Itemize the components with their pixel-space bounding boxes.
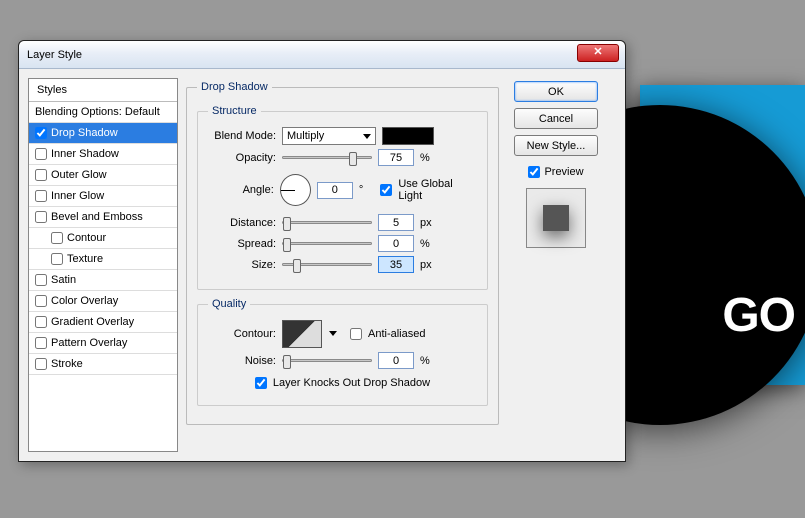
size-unit: px	[420, 259, 436, 271]
spread-slider[interactable]	[282, 242, 372, 245]
angle-hand	[281, 190, 295, 191]
canvas-preview: GO	[640, 85, 805, 385]
distance-unit: px	[420, 217, 436, 229]
structure-legend: Structure	[208, 105, 261, 117]
slider-thumb[interactable]	[283, 355, 291, 369]
angle-label: Angle:	[208, 184, 274, 196]
slider-thumb[interactable]	[283, 217, 291, 231]
quality-legend: Quality	[208, 298, 250, 310]
drop-shadow-group: Drop Shadow Structure Blend Mode: Multip…	[186, 81, 499, 425]
blend-mode-select[interactable]: Multiply	[282, 127, 376, 145]
styles-filler	[29, 375, 177, 451]
style-satin[interactable]: Satin	[29, 270, 177, 291]
style-checkbox[interactable]	[35, 316, 47, 328]
style-checkbox[interactable]	[35, 337, 47, 349]
style-inner-shadow[interactable]: Inner Shadow	[29, 144, 177, 165]
ok-button[interactable]: OK	[514, 81, 598, 102]
antialiased-checkbox[interactable]	[350, 328, 362, 340]
style-inner-glow[interactable]: Inner Glow	[29, 186, 177, 207]
distance-input[interactable]	[378, 214, 414, 231]
preview-checkbox[interactable]	[528, 166, 540, 178]
structure-group: Structure Blend Mode: Multiply Opacity: …	[197, 105, 488, 290]
layer-style-dialog: Layer Style ✕ Styles Blending Options: D…	[18, 40, 626, 462]
close-icon: ✕	[593, 46, 602, 58]
spread-input[interactable]	[378, 235, 414, 252]
global-light-checkbox[interactable]	[380, 184, 392, 196]
styles-header[interactable]: Styles	[29, 79, 177, 102]
style-stroke[interactable]: Stroke	[29, 354, 177, 375]
chevron-down-icon	[363, 134, 371, 139]
size-input[interactable]	[378, 256, 414, 273]
style-gradient-overlay[interactable]: Gradient Overlay	[29, 312, 177, 333]
style-checkbox[interactable]	[35, 358, 47, 370]
styles-list: Styles Blending Options: Default Drop Sh…	[28, 78, 178, 452]
size-label: Size:	[208, 259, 276, 271]
style-checkbox[interactable]	[35, 169, 47, 181]
style-checkbox[interactable]	[51, 232, 63, 244]
blend-mode-label: Blend Mode:	[208, 130, 276, 142]
style-color-overlay[interactable]: Color Overlay	[29, 291, 177, 312]
distance-slider[interactable]	[282, 221, 372, 224]
preview-thumbnail	[526, 188, 586, 248]
style-contour[interactable]: Contour	[29, 228, 177, 249]
noise-unit: %	[420, 355, 436, 367]
style-checkbox[interactable]	[35, 211, 47, 223]
style-bevel-emboss[interactable]: Bevel and Emboss	[29, 207, 177, 228]
dialog-title: Layer Style	[27, 49, 82, 61]
global-light-label: Use Global Light	[398, 178, 477, 202]
slider-thumb[interactable]	[349, 152, 357, 166]
titlebar[interactable]: Layer Style ✕	[19, 41, 625, 69]
spread-label: Spread:	[208, 238, 276, 250]
panel-title: Drop Shadow	[197, 81, 272, 93]
distance-label: Distance:	[208, 217, 276, 229]
close-button[interactable]: ✕	[577, 44, 619, 62]
canvas-go-text: GO	[722, 288, 795, 343]
opacity-label: Opacity:	[208, 152, 276, 164]
opacity-unit: %	[420, 152, 436, 164]
size-slider[interactable]	[282, 263, 372, 266]
style-checkbox[interactable]	[51, 253, 63, 265]
noise-label: Noise:	[208, 355, 276, 367]
chevron-down-icon	[329, 331, 337, 336]
blending-options-row[interactable]: Blending Options: Default	[29, 102, 177, 123]
style-texture[interactable]: Texture	[29, 249, 177, 270]
new-style-button[interactable]: New Style...	[514, 135, 598, 156]
opacity-input[interactable]	[378, 149, 414, 166]
style-drop-shadow[interactable]: Drop Shadow	[29, 123, 177, 144]
preview-inner	[543, 205, 569, 231]
noise-slider[interactable]	[282, 359, 372, 362]
knockout-label: Layer Knocks Out Drop Shadow	[273, 377, 430, 389]
opacity-slider[interactable]	[282, 156, 372, 159]
angle-input[interactable]	[317, 182, 353, 199]
style-outer-glow[interactable]: Outer Glow	[29, 165, 177, 186]
style-checkbox[interactable]	[35, 148, 47, 160]
quality-group: Quality Contour: Anti-aliased Noise:	[197, 298, 488, 406]
style-pattern-overlay[interactable]: Pattern Overlay	[29, 333, 177, 354]
angle-dial[interactable]	[280, 174, 311, 206]
style-checkbox[interactable]	[35, 295, 47, 307]
slider-thumb[interactable]	[283, 238, 291, 252]
shadow-color-swatch[interactable]	[382, 127, 434, 145]
contour-label: Contour:	[208, 328, 276, 340]
contour-picker[interactable]	[282, 320, 322, 348]
knockout-checkbox[interactable]	[255, 377, 267, 389]
cancel-button[interactable]: Cancel	[514, 108, 598, 129]
style-checkbox[interactable]	[35, 274, 47, 286]
antialiased-label: Anti-aliased	[368, 328, 425, 340]
angle-unit: °	[359, 184, 374, 196]
style-checkbox[interactable]	[35, 127, 47, 139]
spread-unit: %	[420, 238, 436, 250]
preview-label: Preview	[544, 166, 583, 178]
slider-thumb[interactable]	[293, 259, 301, 273]
noise-input[interactable]	[378, 352, 414, 369]
style-checkbox[interactable]	[35, 190, 47, 202]
